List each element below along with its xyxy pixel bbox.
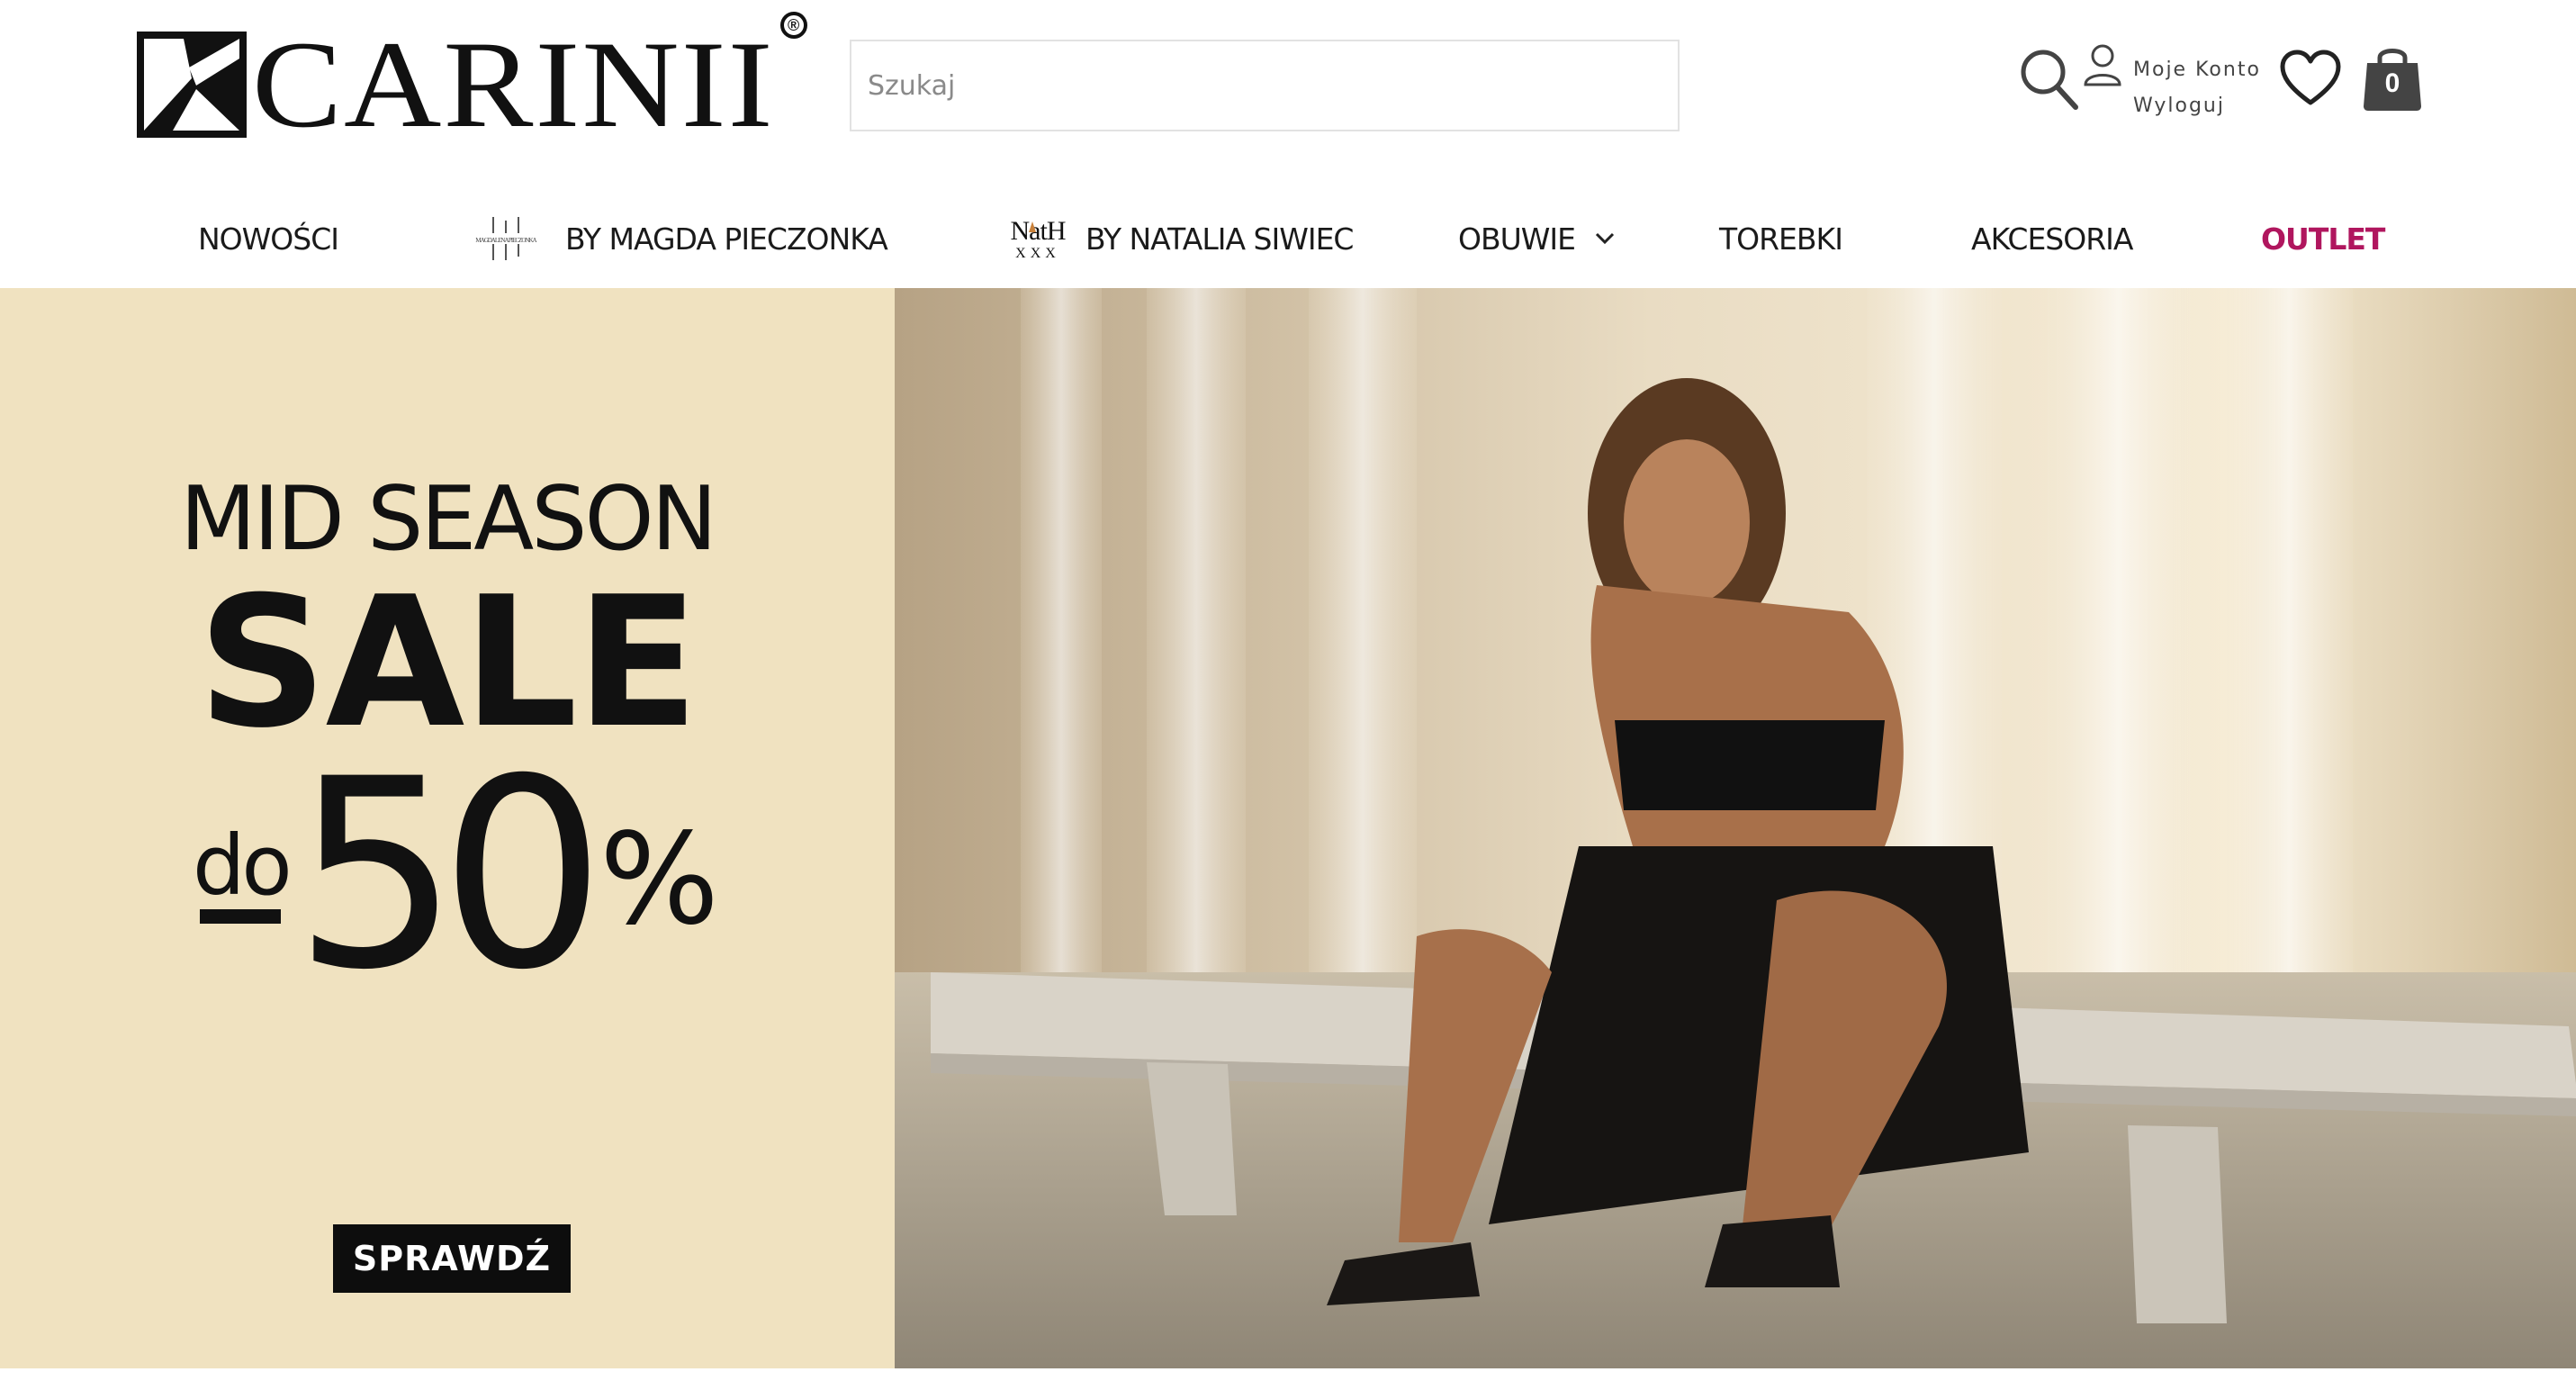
site-header: CARINII ® Moje Konto Wyloguj 0: [0, 0, 2576, 171]
main-nav: NOWOŚCI MAGDALENA PIECZONKA BY MAGDA PIE…: [0, 207, 2576, 270]
promo-panel: MID SEASON SALE do 50 % SPRAWDŹ: [0, 288, 895, 1368]
user-icon[interactable]: [2083, 43, 2122, 88]
promo-dash: [200, 909, 281, 924]
nav-item-nowosci[interactable]: NOWOŚCI: [198, 207, 339, 270]
search-icon[interactable]: [2018, 47, 2079, 112]
nav-item-label: BY MAGDA PIECZONKA: [565, 221, 888, 257]
svg-text:MAGDALENA PIECZONKA: MAGDALENA PIECZONKA: [475, 237, 536, 244]
promo-percent: %: [599, 807, 719, 953]
nav-item-natalia-siwiec[interactable]: NatH XXX BY NATALIA SIWIEC: [1003, 207, 1355, 270]
promo-amount: 50: [293, 724, 606, 1027]
cart-count-badge: 0: [2384, 68, 2400, 98]
logo-mark-icon: [137, 32, 247, 138]
svg-text:NatH: NatH: [1011, 216, 1066, 246]
promo-prefix: do: [193, 817, 293, 914]
svg-text:XXX: XXX: [1015, 246, 1060, 261]
heart-icon[interactable]: [2279, 49, 2342, 108]
nav-item-akcesoria[interactable]: AKCESORIA: [1971, 207, 2133, 270]
magda-pieczonka-logo: MAGDALENA PIECZONKA: [459, 215, 553, 262]
account-links: Moje Konto Wyloguj: [2133, 52, 2261, 124]
nav-item-label: OUTLET: [2261, 221, 2385, 257]
nav-item-torebki[interactable]: TOREBKI: [1719, 207, 1843, 270]
my-account-link[interactable]: Moje Konto: [2133, 52, 2261, 88]
nav-item-label: OBUWIE: [1458, 221, 1576, 257]
shopping-bag-icon[interactable]: 0: [2362, 43, 2423, 112]
nav-item-label: BY NATALIA SIWIEC: [1085, 221, 1354, 257]
logout-link[interactable]: Wyloguj: [2133, 88, 2261, 124]
search-input[interactable]: [851, 41, 1678, 130]
nav-item-label: AKCESORIA: [1971, 221, 2133, 257]
sprawdz-button[interactable]: SPRAWDŹ: [333, 1224, 571, 1293]
search-box[interactable]: [850, 40, 1680, 131]
site-logo[interactable]: CARINII ®: [137, 12, 807, 147]
nav-item-outlet[interactable]: OUTLET: [2261, 207, 2385, 270]
nav-item-obuwie[interactable]: OBUWIE: [1458, 207, 1615, 270]
hero-banner[interactable]: MID SEASON SALE do 50 % SPRAWDŹ: [0, 288, 2576, 1368]
nav-item-label: TOREBKI: [1719, 221, 1843, 257]
nav-item-label: NOWOŚCI: [198, 221, 339, 257]
nav-item-magda-pieczonka[interactable]: MAGDALENA PIECZONKA BY MAGDA PIECZONKA: [459, 207, 888, 270]
logo-wordmark: CARINII: [252, 15, 775, 154]
natalia-siwiec-logo: NatH XXX: [1003, 214, 1073, 263]
promo-line-mid-season: MID SEASON: [180, 468, 717, 571]
registered-mark: ®: [779, 12, 807, 39]
chevron-down-icon[interactable]: [1595, 232, 1615, 245]
promo-discount: do 50 %: [189, 745, 729, 1006]
hero-photo[interactable]: [895, 288, 2576, 1368]
